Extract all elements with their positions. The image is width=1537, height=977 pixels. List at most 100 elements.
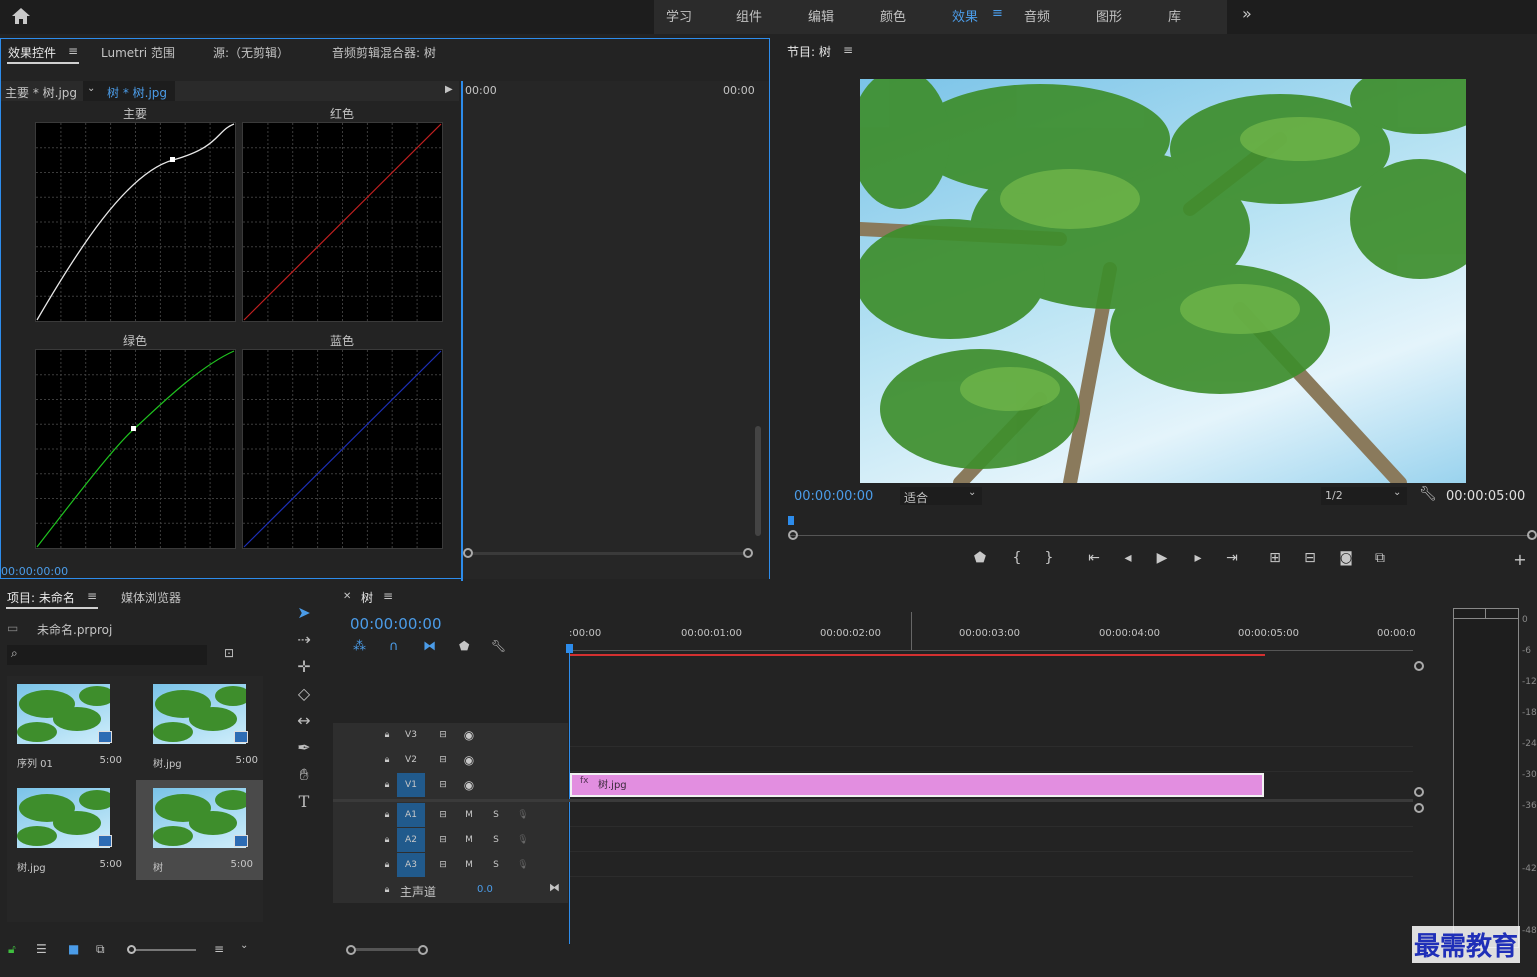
tab-effects[interactable]: 效果 xyxy=(952,6,978,25)
clip-dropdown[interactable]: ⌄ 树 * 树.jpg xyxy=(83,81,175,101)
vertical-scroll-handle-low[interactable] xyxy=(1414,803,1424,813)
master-clip-label[interactable]: 主要 * 树.jpg xyxy=(5,84,77,101)
eye-icon[interactable]: ◉ xyxy=(455,773,483,797)
master-track-value[interactable]: 0.0 xyxy=(477,884,493,895)
horizontal-zoom-handle-left[interactable] xyxy=(346,945,356,955)
mic-icon[interactable]: 🎙︎ xyxy=(509,828,537,852)
mark-in-icon[interactable]: { xyxy=(1007,550,1027,566)
tab-libraries[interactable]: 库 xyxy=(1168,6,1181,25)
timeline-timecode[interactable]: 00:00:00:00 xyxy=(350,615,442,633)
tab-graphics[interactable]: 图形 xyxy=(1096,6,1122,25)
play-toggle-icon[interactable]: ▶ xyxy=(445,84,453,95)
linked-selection-icon[interactable]: ⧓ xyxy=(423,639,436,654)
timeline-ruler[interactable]: :00:00 00:00:01:00 00:00:02:00 00:00:03:… xyxy=(569,612,1416,658)
lock-icon[interactable]: 🔓︎ xyxy=(8,942,16,957)
vertical-scroll-handle-mid[interactable] xyxy=(1414,787,1424,797)
vertical-scroll-handle-top[interactable] xyxy=(1414,661,1424,671)
snap-icon[interactable]: ∩ xyxy=(389,639,399,654)
track-lane[interactable] xyxy=(570,748,1413,772)
track-label-a3[interactable]: A3 xyxy=(397,853,425,877)
freeform-view-icon[interactable]: ⧉ xyxy=(96,942,105,957)
mini-zoom-handle-left[interactable] xyxy=(463,548,473,558)
mini-zoom-bar[interactable] xyxy=(473,552,743,555)
go-to-in-icon[interactable]: ⇤ xyxy=(1084,550,1104,566)
track-lane[interactable] xyxy=(570,803,1413,827)
sync-lock-icon[interactable]: ⊟ xyxy=(429,723,457,747)
sync-lock-icon[interactable]: ⊟ xyxy=(429,748,457,772)
project-item[interactable]: 序列 01 5:00 xyxy=(7,676,132,776)
mute-icon[interactable]: M xyxy=(455,828,483,852)
project-search-input[interactable]: ⌕ xyxy=(7,645,207,665)
tab-effect-controls-menu-icon[interactable]: ≡ xyxy=(68,44,78,58)
export-frame-icon[interactable]: ◙ xyxy=(1336,550,1356,566)
tab-learn[interactable]: 学习 xyxy=(666,6,692,25)
curve-blue[interactable] xyxy=(242,349,443,549)
tab-audio-clip-mixer[interactable]: 音频剪辑混合器: 树 xyxy=(332,44,436,61)
timeline-clip[interactable]: fx 树.jpg xyxy=(570,773,1264,797)
track-label-a1[interactable]: A1 xyxy=(397,803,425,827)
icon-view-icon[interactable]: ■ xyxy=(68,942,79,956)
new-bin-icon[interactable]: ⊡ xyxy=(224,646,234,660)
tab-effects-menu-icon[interactable]: ≡ xyxy=(992,6,1003,21)
program-ruler[interactable] xyxy=(790,514,1530,536)
tab-editing[interactable]: 编辑 xyxy=(808,6,834,25)
razor-tool-icon[interactable]: ◇ xyxy=(292,682,316,706)
tab-source[interactable]: 源:（无剪辑） xyxy=(213,44,289,61)
tab-project[interactable]: 项目: 未命名 xyxy=(7,589,75,606)
close-icon[interactable]: ✕ xyxy=(343,591,351,602)
comparison-view-icon[interactable]: ⧉ xyxy=(1370,550,1390,566)
tab-assembly[interactable]: 组件 xyxy=(736,6,762,25)
add-marker-icon[interactable]: ⬟ xyxy=(459,639,469,653)
tab-audio[interactable]: 音频 xyxy=(1024,6,1050,25)
add-marker-icon[interactable]: ⬟ xyxy=(970,550,990,566)
lock-icon[interactable]: 🔒︎ xyxy=(373,878,401,902)
horizontal-zoom-handle-right[interactable] xyxy=(418,945,428,955)
track-label-v1[interactable]: V1 xyxy=(397,773,425,797)
sync-lock-icon[interactable]: ⊟ xyxy=(429,828,457,852)
track-label-a2[interactable]: A2 xyxy=(397,828,425,852)
track-label-v3[interactable]: V3 xyxy=(397,723,425,747)
mark-out-icon[interactable]: } xyxy=(1039,550,1059,566)
mic-icon[interactable]: 🎙︎ xyxy=(509,803,537,827)
pen-tool-icon[interactable]: ✒ xyxy=(292,736,316,760)
wrench-icon[interactable]: 🔧︎ xyxy=(1419,486,1437,502)
mini-scrollbar[interactable] xyxy=(755,426,761,536)
mute-icon[interactable]: M xyxy=(455,853,483,877)
solo-icon[interactable]: S xyxy=(482,803,510,827)
home-icon[interactable] xyxy=(10,6,32,26)
lift-icon[interactable]: ⊞ xyxy=(1265,550,1285,566)
list-view-icon[interactable]: ☰ xyxy=(36,942,47,956)
sync-lock-icon[interactable]: ⊟ xyxy=(429,773,457,797)
tab-lumetri-scopes[interactable]: Lumetri 范围 xyxy=(101,44,175,61)
effect-timecode[interactable]: 00:00:00:00 xyxy=(1,565,68,578)
fit-dropdown[interactable]: 适合 ⌄ xyxy=(900,487,982,505)
slip-tool-icon[interactable]: ↔ xyxy=(292,709,316,733)
sync-lock-icon[interactable]: ⊟ xyxy=(429,803,457,827)
sequence-menu-icon[interactable]: ≡ xyxy=(383,589,393,603)
mute-icon[interactable]: M xyxy=(455,803,483,827)
curve-red[interactable] xyxy=(242,122,443,322)
project-item[interactable]: 树.jpg 5:00 xyxy=(7,780,132,880)
chevron-down-icon[interactable]: ⌄ xyxy=(240,940,248,951)
zoom-slider-handle[interactable] xyxy=(127,945,136,954)
step-forward-icon[interactable]: ▸ xyxy=(1188,550,1208,566)
mini-playhead[interactable] xyxy=(461,81,463,581)
sync-lock-icon[interactable]: ⊟ xyxy=(429,853,457,877)
step-back-icon[interactable]: ◂ xyxy=(1118,550,1138,566)
mic-icon[interactable]: 🎙︎ xyxy=(509,853,537,877)
project-item[interactable]: 树.jpg 5:00 xyxy=(143,676,268,776)
horizontal-zoom-bar[interactable] xyxy=(351,948,423,951)
go-to-end-icon[interactable]: ⧓ xyxy=(549,881,560,894)
program-video-frame[interactable] xyxy=(860,79,1466,483)
hand-tool-icon[interactable]: ✋︎ xyxy=(292,763,316,787)
program-playhead-timecode[interactable]: 00:00:00:00 xyxy=(794,489,873,504)
resolution-dropdown[interactable]: 1/2 ⌄ xyxy=(1321,487,1407,505)
zoom-slider[interactable] xyxy=(128,949,196,951)
mini-zoom-handle-right[interactable] xyxy=(743,548,753,558)
go-to-out-icon[interactable]: ⇥ xyxy=(1222,550,1242,566)
tab-color[interactable]: 颜色 xyxy=(880,6,906,25)
eye-icon[interactable]: ◉ xyxy=(455,723,483,747)
extract-icon[interactable]: ⊟ xyxy=(1300,550,1320,566)
solo-icon[interactable]: S xyxy=(482,853,510,877)
tab-project-menu-icon[interactable]: ≡ xyxy=(87,589,97,603)
